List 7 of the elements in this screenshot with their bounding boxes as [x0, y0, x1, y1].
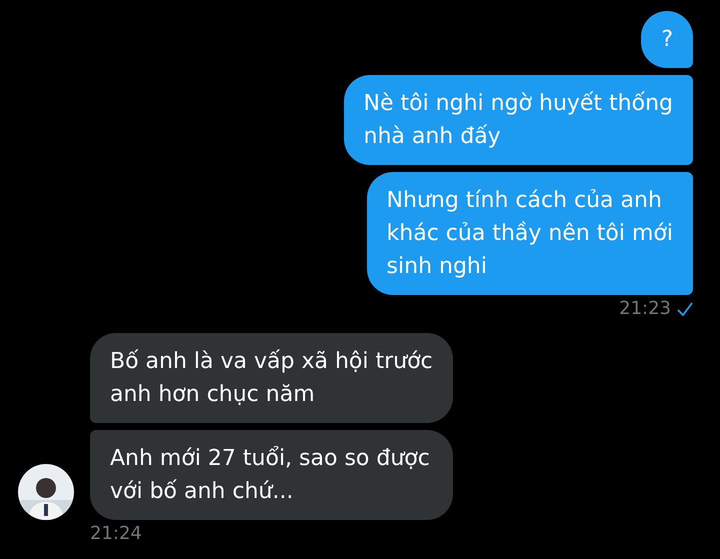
- message-bubble: ?: [641, 11, 693, 68]
- timestamp: 21:24: [90, 523, 142, 544]
- message-bubble: Nè tôi nghi ngờ huyết thống nhà anh đấy: [344, 75, 693, 165]
- message-bubble: Anh mới 27 tuổi, sao so được với bố anh chứ...: [90, 430, 453, 520]
- timestamp: 21:23: [619, 298, 671, 319]
- message-bubble: Nhưng tính cách của anh khác của thầy nên tôi mới sinh nghi: [366, 172, 693, 295]
- message-bubble: Bố anh là va vấp xã hội trước anh hơn chục năm: [90, 333, 453, 423]
